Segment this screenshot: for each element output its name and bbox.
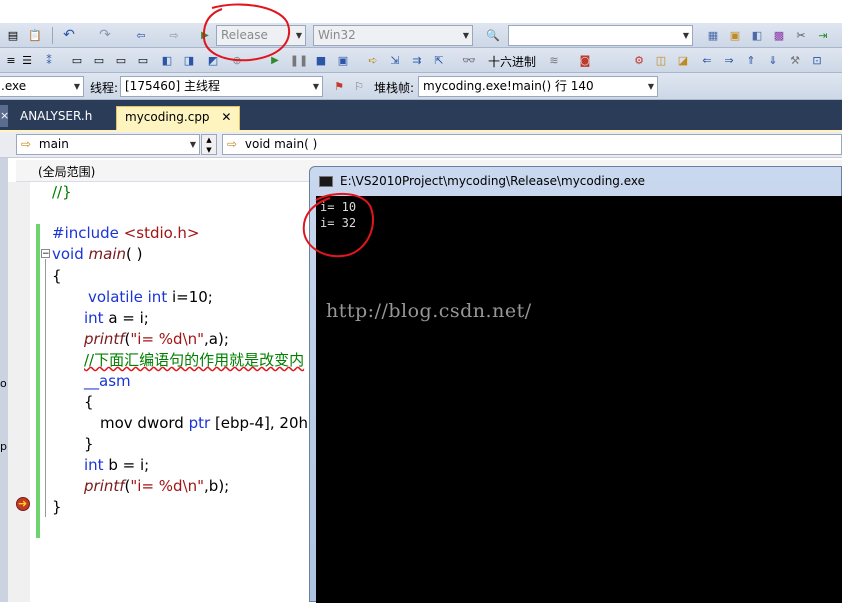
red-annotation-overlay xyxy=(202,3,374,258)
annotation-circle-release xyxy=(202,3,291,62)
annotation-circle-output xyxy=(302,192,374,258)
